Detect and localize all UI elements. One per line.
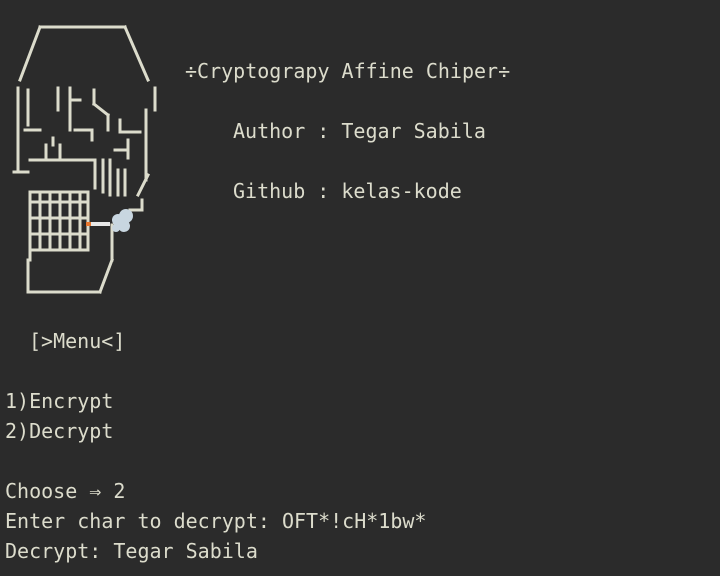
menu-heading: [>Menu<] <box>29 329 126 353</box>
skull-icon <box>12 25 157 294</box>
terminal-window: ÷Cryptograpy Affine Chiper÷ Author : Teg… <box>0 0 720 576</box>
decrypt-input-prompt: Enter char to decrypt: OFT*!cH*1bw* <box>5 509 427 533</box>
choose-prompt: Choose ⇒ 2 <box>5 479 126 503</box>
app-title: ÷Cryptograpy Affine Chiper÷ <box>185 59 511 83</box>
github-line: Github : kelas-kode <box>233 179 462 203</box>
smoke-icon <box>112 209 133 232</box>
menu-option-encrypt: 1)Encrypt <box>5 389 114 413</box>
menu-option-decrypt: 2)Decrypt <box>5 419 114 443</box>
decrypt-result: Decrypt: Tegar Sabila <box>5 539 258 563</box>
cigarette-icon <box>86 222 110 226</box>
author-line: Author : Tegar Sabila <box>233 119 486 143</box>
